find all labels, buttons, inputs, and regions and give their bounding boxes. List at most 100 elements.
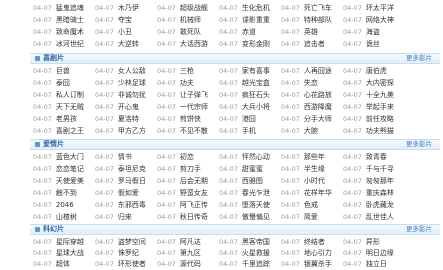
movie-title[interactable]: 海盗 <box>366 27 380 37</box>
movie-link[interactable]: 04-07 开心鬼 <box>95 101 157 113</box>
movie-link[interactable]: 04-07 夺宝 <box>95 14 157 26</box>
movie-link[interactable]: 04-07 让子弹飞 <box>157 89 219 101</box>
movie-title[interactable]: 归来 <box>118 212 132 222</box>
movie-link[interactable]: 04-07 大兵小将 <box>219 101 281 113</box>
movie-link[interactable]: 04-07 秋日传奇 <box>157 211 219 223</box>
movie-link[interactable]: 04-07 春光乍泄 <box>219 187 281 199</box>
movie-link[interactable]: 04-07 追击者 <box>281 38 343 50</box>
movie-title[interactable]: 巨兽 <box>56 66 70 76</box>
movie-title[interactable]: 盗梦空间 <box>118 237 146 247</box>
movie-link[interactable]: 04-07 半生缘 <box>281 163 343 175</box>
movie-link[interactable]: 04-07 疯狂石头 <box>219 89 281 101</box>
movie-link[interactable]: 04-07 火星救援 <box>219 247 281 258</box>
movie-link[interactable]: 04-07 猛鬼追魂 <box>33 2 95 14</box>
movie-title[interactable]: 天使爱美 <box>56 176 84 186</box>
movie-title[interactable]: 色戒 <box>304 200 318 210</box>
movie-link[interactable]: 04-07 大话西游 <box>157 38 219 50</box>
movie-title[interactable]: 千里追踪 <box>242 259 270 269</box>
movie-title[interactable]: 花样年华 <box>304 188 332 198</box>
movie-title[interactable]: 特种部队 <box>304 15 332 25</box>
movie-title[interactable]: 开心鬼 <box>118 102 139 112</box>
movie-title[interactable]: 大内密探 <box>366 78 394 88</box>
movie-title[interactable]: 敢死队 <box>180 27 201 37</box>
movie-link[interactable]: 04-07 泰囧 <box>33 77 95 89</box>
movie-link[interactable]: 04-07 地心引力 <box>281 247 343 258</box>
movie-title[interactable]: 功夫 <box>180 78 194 88</box>
movie-link[interactable]: 04-07 情书 <box>95 151 157 163</box>
movie-title[interactable]: 猛鬼追魂 <box>56 3 84 13</box>
section-title[interactable]: 科幻片 <box>43 225 64 234</box>
movie-title[interactable]: 让子弹飞 <box>180 90 208 100</box>
movie-link[interactable]: 04-07 罗马假日 <box>95 175 157 187</box>
movie-title[interactable]: 黑暗骑士 <box>56 15 84 25</box>
movie-link[interactable]: 04-07 小时代 <box>281 175 343 187</box>
movie-title[interactable]: 人再囧途 <box>304 66 332 76</box>
movie-title[interactable]: 夺宝 <box>118 15 132 25</box>
movie-title[interactable]: 黑客帝国 <box>242 237 270 247</box>
movie-link[interactable]: 04-07 剪刀手 <box>157 163 219 175</box>
movie-title[interactable]: 环形使者 <box>118 259 146 269</box>
movie-link[interactable]: 04-07 十全九美 <box>343 89 405 101</box>
movie-title[interactable]: 致青春 <box>366 152 387 162</box>
movie-title[interactable]: 阿凡达 <box>180 237 201 247</box>
movie-title[interactable]: 夏洛特 <box>118 114 139 124</box>
movie-link[interactable]: 04-07 不见不散 <box>157 125 219 137</box>
movie-link[interactable]: 04-07 星球大战 <box>33 247 95 258</box>
movie-link[interactable]: 04-07 假如爱 <box>95 187 157 199</box>
movie-link[interactable]: 04-07 终结者 <box>281 236 343 247</box>
movie-link[interactable]: 04-07 匆匆那年 <box>343 175 405 187</box>
movie-link[interactable]: 04-07 谍影重重 <box>219 14 281 26</box>
movie-link[interactable]: 04-07 煎饼侠 <box>157 113 219 125</box>
movie-title[interactable]: 死亡飞车 <box>304 3 332 13</box>
movie-title[interactable]: 小时代 <box>304 176 325 186</box>
movie-title[interactable]: 泰坦尼克 <box>118 164 146 174</box>
movie-link[interactable]: 04-07 唐伯虎 <box>343 65 405 77</box>
movie-title[interactable]: 老男孩 <box>56 114 77 124</box>
movie-link[interactable]: 04-07 千与千寻 <box>343 163 405 175</box>
movie-title[interactable]: 变形金刚 <box>242 39 270 49</box>
movie-title[interactable]: 侏罗纪 <box>118 248 139 258</box>
movie-link[interactable]: 04-07 盗梦空间 <box>95 236 157 247</box>
movie-title[interactable]: 简爱 <box>304 212 318 222</box>
movie-link[interactable]: 04-07 堕落天使 <box>219 199 281 211</box>
movie-link[interactable]: 04-07 死亡飞车 <box>281 2 343 14</box>
movie-title[interactable]: 前任攻略 <box>366 114 394 124</box>
movie-link[interactable]: 04-07 失恋 <box>281 77 343 89</box>
movie-title[interactable]: 星球大战 <box>56 248 84 258</box>
movie-link[interactable]: 04-07 重庆森林 <box>343 187 405 199</box>
movie-title[interactable]: 匆匆那年 <box>366 176 394 186</box>
movie-link[interactable]: 04-07 私人订制 <box>33 89 95 101</box>
movie-link[interactable]: 04-07 巨兽 <box>33 65 95 77</box>
movie-title[interactable]: 罗马假日 <box>118 176 146 186</box>
movie-link[interactable]: 04-07 举起手来 <box>343 101 405 113</box>
movie-link[interactable]: 04-07 2046 <box>33 199 95 211</box>
movie-link[interactable]: 04-07 花样年华 <box>281 187 343 199</box>
movie-link[interactable]: 04-07 归来 <box>95 211 157 223</box>
movie-title[interactable]: 分手大师 <box>304 114 332 124</box>
movie-title[interactable]: 第九区 <box>180 248 201 258</box>
movie-link[interactable]: 04-07 东邪西毒 <box>95 199 157 211</box>
movie-link[interactable]: 04-07 海盗 <box>343 26 405 38</box>
movie-title[interactable]: 少林足球 <box>118 78 146 88</box>
movie-link[interactable]: 04-07 明日边缘 <box>343 247 405 258</box>
movie-link[interactable]: 04-07 天下无贼 <box>33 101 95 113</box>
movie-link[interactable]: 04-07 大内密探 <box>343 77 405 89</box>
movie-title[interactable]: 火星救援 <box>242 248 270 258</box>
movie-link[interactable]: 04-07 大腕 <box>281 125 343 137</box>
movie-title[interactable]: 港囧 <box>242 114 256 124</box>
movie-title[interactable]: 网络大神 <box>366 15 394 25</box>
movie-title[interactable]: 傲慢偏见 <box>242 212 270 222</box>
movie-link[interactable]: 04-07 特种部队 <box>281 14 343 26</box>
movie-title[interactable]: 源代码 <box>180 259 201 269</box>
movie-link[interactable]: 04-07 触不到 <box>33 187 95 199</box>
movie-title[interactable]: 卧虎藏龙 <box>366 200 394 210</box>
movie-title[interactable]: 半生缘 <box>304 164 325 174</box>
movie-link[interactable]: 04-07 功夫熊猫 <box>343 125 405 137</box>
movie-title[interactable]: 小丑 <box>118 27 132 37</box>
movie-title[interactable]: 恋恋笔记 <box>56 164 84 174</box>
movie-title[interactable]: 千与千寻 <box>366 164 394 174</box>
movie-link[interactable]: 04-07 异形 <box>343 236 405 247</box>
movie-link[interactable]: 04-07 环太平洋 <box>343 2 405 14</box>
movie-title[interactable]: 十全九美 <box>366 90 394 100</box>
movie-link[interactable]: 04-07 阿飞正传 <box>157 199 219 211</box>
